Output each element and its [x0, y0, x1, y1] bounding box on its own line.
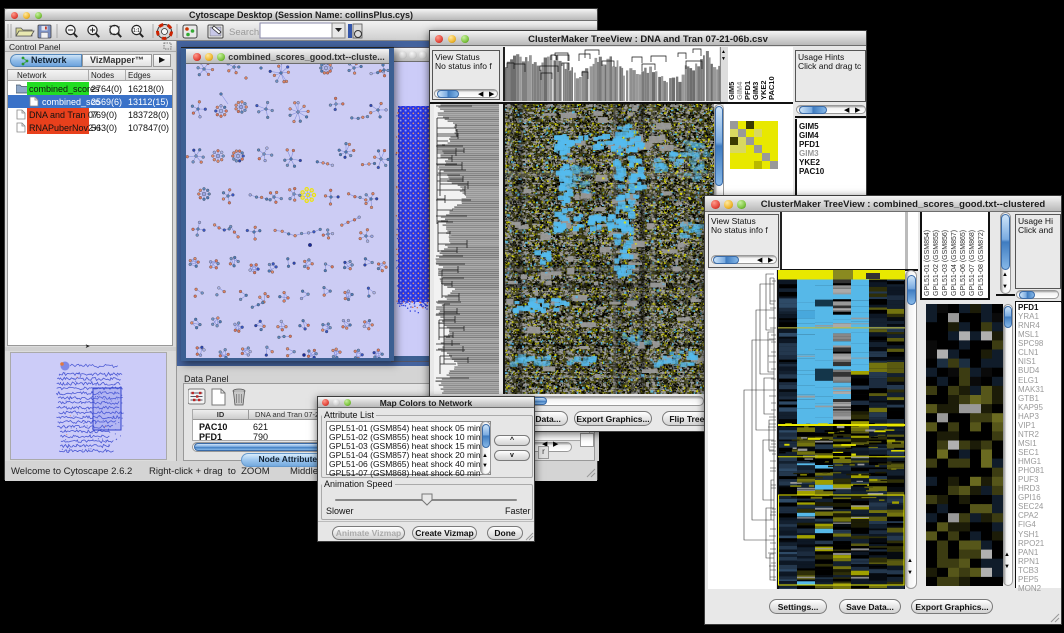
svg-text:GPL51-04 (GSM857): GPL51-04 (GSM857): [951, 230, 958, 296]
svg-text:GPL51-02 (GSM855): GPL51-02 (GSM855): [933, 230, 940, 296]
svg-text:GPL51-06 (GSM865): GPL51-06 (GSM865): [960, 230, 967, 296]
svg-text:GPL51-07 (GSM868): GPL51-07 (GSM868): [969, 230, 976, 296]
svg-text:1:1: 1:1: [133, 28, 140, 34]
svg-text:PAC10: PAC10: [767, 76, 776, 100]
svg-text:GPL51-03 (GSM856): GPL51-03 (GSM856): [942, 230, 949, 296]
svg-text:GPL51-01 (GSM854): GPL51-01 (GSM854): [924, 230, 931, 296]
svg-text:GPL51-08 (GSM872): GPL51-08 (GSM872): [978, 230, 985, 296]
svg-text:Search:: Search:: [229, 27, 262, 38]
